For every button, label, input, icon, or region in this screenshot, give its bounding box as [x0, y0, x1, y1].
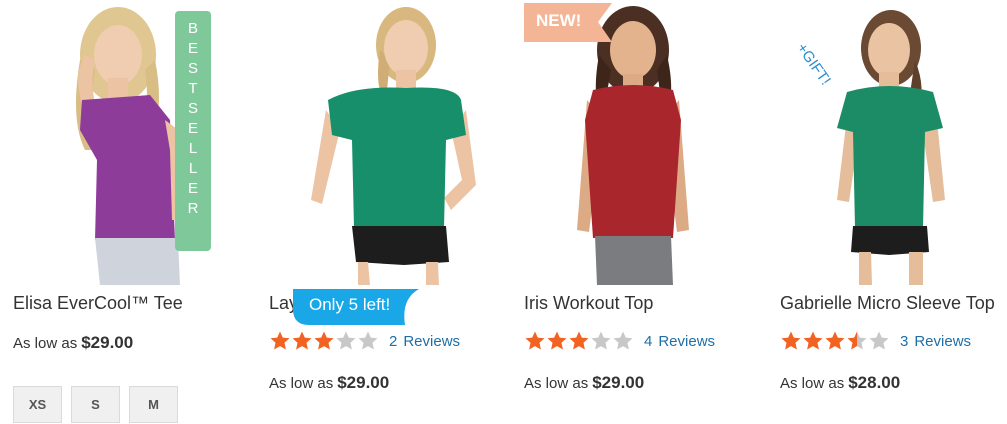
reviews-link[interactable]: 4 Reviews [644, 333, 715, 350]
price-amount: $29.00 [592, 373, 645, 392]
product-price: As low as $29.00 [13, 333, 133, 353]
product-name[interactable]: Iris Workout Top [524, 293, 653, 314]
product-card: BESTSELLER Elisa EverCool™ Tee As low as… [0, 0, 240, 424]
rating-stars [269, 330, 379, 352]
review-label: Reviews [914, 332, 972, 350]
product-photo[interactable] [256, 0, 496, 285]
review-label: Reviews [658, 332, 716, 350]
star-half-icon [847, 331, 867, 350]
stock-badge-text: Only 5 left! [309, 295, 391, 314]
bestseller-badge-letter: T [188, 80, 198, 97]
product-card: +GIFT! Gabrielle Micro Sleeve Top 3 Revie… [767, 0, 1007, 424]
bestseller-badge-letter: R [187, 200, 199, 217]
new-badge-text: NEW! [536, 11, 582, 30]
star-empty-icon [591, 331, 611, 350]
bestseller-badge-letter: B [187, 20, 198, 37]
price-amount: $28.00 [848, 373, 901, 392]
bestseller-badge: BESTSELLER [175, 11, 211, 251]
product-card: Layla Tee Only 5 left! 2Reviews As low a… [256, 0, 496, 424]
price-prefix: As low as [780, 375, 845, 392]
reviews-link[interactable]: 2 Reviews [389, 333, 460, 350]
star-filled-icon [547, 331, 567, 350]
product-price: As low as $29.00 [269, 373, 389, 393]
product-card: NEW! Iris Workout Top 4 Reviews As low as… [511, 0, 751, 424]
review-count: 3 [900, 332, 909, 350]
star-empty-icon [358, 331, 378, 350]
product-photo[interactable] [511, 0, 751, 285]
review-count: 4 [644, 332, 653, 350]
bestseller-badge-letter: E [187, 120, 198, 137]
reviews-link[interactable]: 3 Reviews [900, 333, 971, 350]
rating-summary: 3 Reviews [780, 330, 971, 352]
bestseller-badge-letter: E [187, 40, 198, 57]
review-count: 2 [389, 332, 398, 350]
size-swatches: XS S M [13, 386, 187, 423]
stock-badge: Only 5 left! [293, 289, 419, 325]
size-swatch-m[interactable]: M [129, 386, 178, 423]
star-filled-icon [825, 331, 845, 350]
price-prefix: As low as [524, 375, 589, 392]
price-prefix: As low as [269, 375, 334, 392]
bestseller-badge-text: BESTSELLER [175, 19, 211, 219]
bestseller-badge-letter: L [188, 160, 198, 177]
size-swatch-s[interactable]: S [71, 386, 120, 423]
rating-summary: 2 Reviews [269, 330, 460, 352]
star-filled-icon [525, 331, 545, 350]
rating-summary: 4 Reviews [524, 330, 715, 352]
review-label: Reviews [403, 332, 461, 350]
star-filled-icon [270, 331, 290, 350]
product-price: As low as $28.00 [780, 373, 900, 393]
bestseller-badge-letter: S [187, 100, 198, 117]
size-swatch-xs[interactable]: XS [13, 386, 62, 423]
price-amount: $29.00 [81, 333, 134, 352]
product-name[interactable]: Elisa EverCool™ Tee [13, 293, 183, 314]
bestseller-badge-letter: L [188, 140, 198, 157]
star-filled-icon [292, 331, 312, 350]
star-filled-icon [314, 331, 334, 350]
price-prefix: As low as [13, 335, 78, 352]
star-filled-icon [803, 331, 823, 350]
star-filled-icon [781, 331, 801, 350]
new-badge: NEW! [524, 3, 614, 42]
product-name[interactable]: Gabrielle Micro Sleeve Top [780, 293, 995, 314]
bestseller-badge-letter: S [187, 60, 198, 77]
bestseller-badge-letter: E [187, 180, 198, 197]
star-empty-icon [336, 331, 356, 350]
product-price: As low as $29.00 [524, 373, 644, 393]
price-amount: $29.00 [337, 373, 390, 392]
product-grid: BESTSELLER Elisa EverCool™ Tee As low as… [0, 0, 1007, 424]
rating-stars [780, 330, 890, 352]
star-filled-icon [569, 331, 589, 350]
star-empty-icon [869, 331, 889, 350]
rating-stars [524, 330, 634, 352]
star-empty-icon [613, 331, 633, 350]
